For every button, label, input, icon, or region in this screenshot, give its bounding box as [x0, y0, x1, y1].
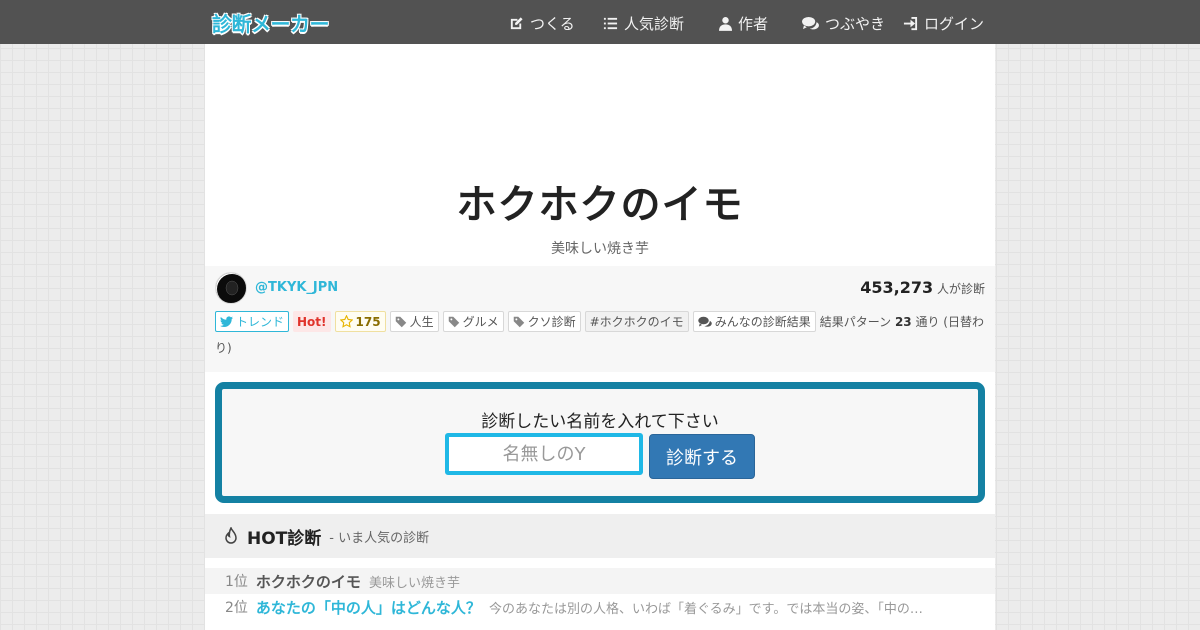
- tag-life-label: 人生: [409, 314, 434, 329]
- tag-life[interactable]: 人生: [389, 311, 439, 332]
- pattern-tail: り): [215, 341, 232, 355]
- tag-gourmet[interactable]: グルメ: [442, 311, 504, 332]
- twitter-icon: [220, 315, 233, 327]
- results-label: みんなの診断結果: [714, 314, 811, 329]
- rank-number: 2位: [225, 600, 248, 616]
- hot-header: HOT診断 - いま人気の診断: [205, 514, 995, 558]
- favorite-button[interactable]: 175: [334, 311, 386, 332]
- rank-row[interactable]: 2位 あなたの「中の人」はどんな人？ 今のあなたは別の人格、いわば「着ぐるみ」で…: [205, 594, 995, 620]
- comments-icon: [802, 16, 819, 30]
- nav-authors[interactable]: 作者: [719, 13, 768, 34]
- rank-number: 1位: [225, 574, 248, 590]
- main-container: ホクホクのイモ 美味しい焼き芋 @TKYK_JPN 453,273 人が診断 ト…: [205, 44, 995, 630]
- pattern-prefix: 結果パターン: [819, 314, 892, 329]
- site-logo[interactable]: 診断メーカー: [212, 8, 330, 37]
- user-icon: [719, 17, 732, 31]
- nav-authors-label: 作者: [738, 15, 769, 33]
- results-tag[interactable]: みんなの診断結果: [692, 311, 816, 332]
- rank-description: 今のあなたは別の人格、いわば「着ぐるみ」です。では本当の姿、「中の…: [488, 601, 923, 617]
- rank-row[interactable]: 1位 ホクホクのイモ 美味しい焼き芋: [205, 568, 995, 594]
- nav-login-label: ログイン: [924, 15, 985, 33]
- tag-icon: [448, 316, 459, 327]
- tag-gourmet-label: グルメ: [462, 314, 499, 329]
- tag-icon: [513, 316, 524, 327]
- login-icon: [903, 16, 918, 31]
- nav-login[interactable]: ログイン: [903, 13, 984, 34]
- list-icon: [603, 17, 618, 30]
- diagnosis-meta: @TKYK_JPN 453,273 人が診断 トレンド Hot! 175 人生 …: [205, 266, 995, 372]
- diagnosis-count: 453,273 人が診断: [860, 278, 985, 297]
- star-icon: [339, 315, 353, 328]
- submit-button[interactable]: 診断する: [649, 434, 755, 479]
- nav-tweets-label: つぶやき: [825, 15, 886, 33]
- hot-title: HOT診断: [247, 528, 322, 549]
- form-label: 診断したい名前を入れて下さい: [481, 412, 719, 432]
- favorite-count: 175: [355, 314, 381, 329]
- pattern-count: 23: [894, 314, 912, 329]
- tag-list: トレンド Hot! 175 人生 グルメ クソ診断 #ホクホクのイモ みんなの診…: [215, 311, 985, 358]
- hot-badge: Hot!: [293, 311, 331, 332]
- nav-create-label: つくる: [530, 15, 575, 33]
- diagnosis-subtitle: 美味しい焼き芋: [551, 241, 649, 257]
- author-avatar[interactable]: [215, 272, 247, 304]
- comments-icon: [697, 316, 712, 327]
- hashtag-tag[interactable]: #ホクホクのイモ: [584, 311, 689, 332]
- fire-icon: [225, 527, 237, 544]
- trend-label: トレンド: [236, 314, 285, 329]
- avatar-image: [216, 273, 246, 303]
- pattern-suffix: 通り (日替わ: [915, 314, 984, 329]
- author-link[interactable]: @TKYK_JPN: [255, 280, 338, 295]
- navbar: 診断メーカー つくる 人気診断 作者 つぶやき ログイン: [0, 0, 1200, 44]
- nav-tweets[interactable]: つぶやき: [802, 13, 885, 34]
- rank-title[interactable]: ホクホクのイモ: [256, 571, 361, 592]
- hot-subtitle: - いま人気の診断: [329, 530, 430, 546]
- nav-popular-label: 人気診断: [624, 15, 685, 33]
- rank-title[interactable]: あなたの「中の人」はどんな人？: [256, 597, 481, 618]
- edit-icon: [510, 17, 523, 30]
- name-input[interactable]: [445, 433, 643, 475]
- count-number: 453,273: [860, 278, 934, 297]
- diagnosis-title: ホクホクのイモ: [456, 182, 744, 228]
- count-suffix: 人が診断: [936, 282, 985, 296]
- nav-popular[interactable]: 人気診断: [603, 13, 684, 34]
- nav-create[interactable]: つくる: [509, 13, 575, 34]
- tag-icon: [395, 316, 406, 327]
- rank-list: 1位 ホクホクのイモ 美味しい焼き芋 2位 あなたの「中の人」はどんな人？ 今の…: [205, 568, 995, 620]
- tag-kuso[interactable]: クソ診断: [507, 311, 581, 332]
- diagnosis-form: 診断したい名前を入れて下さい 診断する: [215, 382, 985, 503]
- rank-description: 美味しい焼き芋: [368, 575, 460, 591]
- trend-tag[interactable]: トレンド: [215, 311, 290, 332]
- pattern-info: 結果パターン 23 通り (日替わ: [820, 312, 984, 332]
- tag-kuso-label: クソ診断: [527, 314, 576, 329]
